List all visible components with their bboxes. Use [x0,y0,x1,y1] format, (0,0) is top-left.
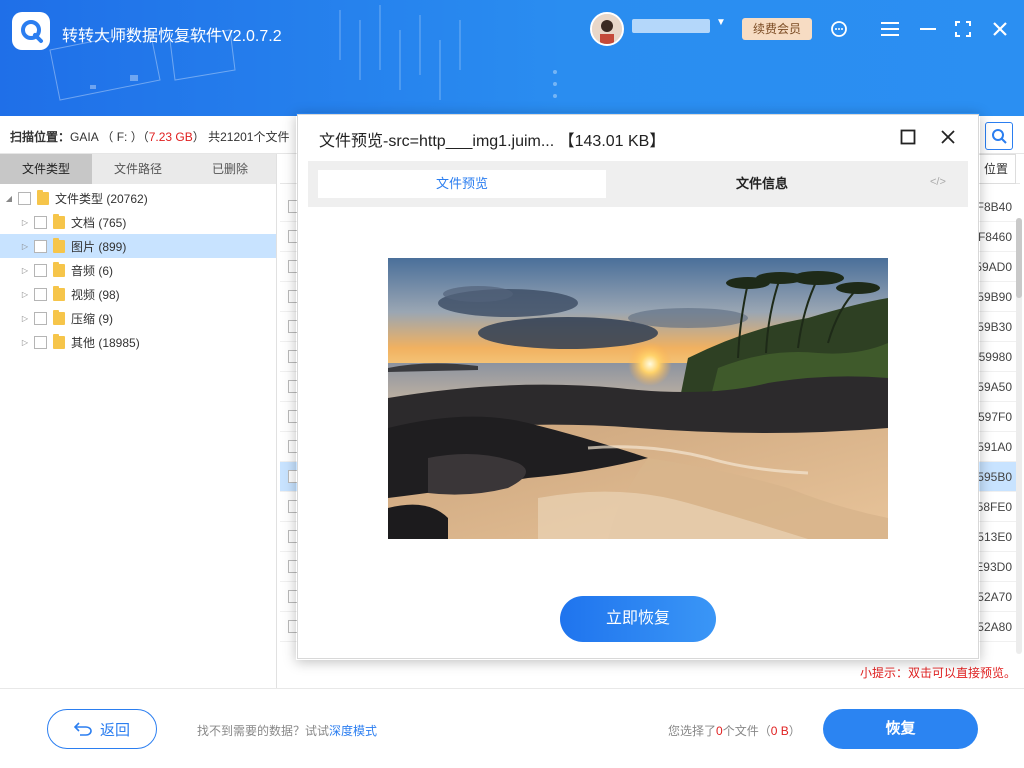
tab-deleted[interactable]: 已删除 [184,154,276,184]
dialog-title: 文件预览-src=http___img1.juim... 【143.01 KB】 [319,133,666,150]
code-icon[interactable]: </> [930,176,946,188]
selected-info: 您选择了0个文件（0 B） [668,722,801,739]
minimize-icon[interactable] [916,17,940,41]
expand-icon[interactable]: ▷ [20,266,30,275]
expand-icon[interactable]: ▷ [20,290,30,299]
expand-icon[interactable]: ◢ [4,194,14,203]
selected-mid: 个文件（ [722,724,771,738]
scan-size: 7.23 GB [148,130,193,144]
left-tabs: 文件类型 文件路径 已删除 [0,154,276,184]
file-type-tree: ◢ 文件类型 (20762) ▷ 文档 (765) ▷ 图片 (899) ▷ 音… [0,184,276,354]
close-icon[interactable] [988,17,1012,41]
tree-item-label: 文档 (765) [71,215,127,230]
tab-file-path[interactable]: 文件路径 [92,154,184,184]
back-button[interactable]: 返回 [47,709,157,749]
scan-total: 共21201个文件 [208,130,290,144]
header-decoration [49,5,557,101]
selected-size: 0 B [770,724,789,738]
folder-icon [53,285,65,301]
checkbox[interactable] [34,215,47,229]
checkbox[interactable] [34,263,47,277]
image-preview [388,258,888,539]
tree-item-audio[interactable]: ▷ 音频 (6) [0,258,276,282]
expand-icon[interactable]: ▷ [20,314,30,323]
logo-icon [21,20,43,43]
checkbox[interactable] [34,239,47,253]
folder-icon [53,261,65,277]
footer: 返回 找不到需要的数据？试试深度模式 您选择了0个文件（0 B） 恢复 [0,688,1024,768]
row-position: F8460 [977,230,1012,244]
beach-sunset-image [388,258,888,539]
selected-prefix: 您选择了 [668,724,717,738]
list-scrollbar[interactable] [1016,218,1022,654]
user-dropdown-icon[interactable]: ▼ [716,17,726,28]
row-position: F8B40 [976,200,1012,214]
scan-drive: GAIA （ F: ） [70,130,143,144]
folder-icon [37,189,49,205]
tab-file-preview[interactable]: 文件预览 [318,170,606,198]
scan-location: 扫描位置：GAIA （ F: ）（7.23 GB） 共21201个文件 [10,130,290,144]
app-logo [12,12,50,50]
scan-label: 扫描位置： [10,130,71,144]
tree-item-video[interactable]: ▷ 视频 (98) [0,282,276,306]
tree-item-other[interactable]: ▷ 其他 (18985) [0,330,276,354]
search-icon [992,129,1007,144]
expand-icon[interactable]: ▷ [20,242,30,251]
recover-now-button[interactable]: 立即恢复 [560,596,716,642]
fullscreen-icon[interactable] [951,17,975,41]
checkbox[interactable] [34,287,47,301]
expand-icon[interactable]: ▷ [20,338,30,347]
renew-vip-button[interactable]: 续费会员 [742,18,812,40]
checkbox[interactable] [34,311,47,325]
deep-mode-link[interactable]: 深度模式 [329,724,377,738]
checkbox[interactable] [34,335,47,349]
left-panel: 文件类型 文件路径 已删除 ◢ 文件类型 (20762) ▷ 文档 (765) … [0,154,277,688]
cant-find-label: 找不到需要的数据？试试 [197,724,330,738]
folder-icon [53,309,65,325]
tree-item-label: 音频 (6) [71,263,114,278]
avatar-icon [592,14,622,44]
checkbox[interactable] [18,191,31,205]
dialog-close-icon[interactable] [936,125,960,149]
tree-item-label: 压缩 (9) [71,311,114,326]
folder-icon [53,333,65,349]
back-arrow-icon [73,722,92,736]
maximize-icon[interactable] [896,125,920,149]
column-position[interactable]: 位置 [976,154,1016,184]
user-name[interactable] [632,19,710,33]
app-title: 转转大师数据恢复软件V2.0.7.2 [62,28,282,45]
tree-item-label: 视频 (98) [71,287,120,302]
tree-root[interactable]: ◢ 文件类型 (20762) [0,186,276,210]
tree-item-images[interactable]: ▷ 图片 (899) [0,234,276,258]
tab-file-type[interactable]: 文件类型 [0,154,92,184]
expand-icon[interactable]: ▷ [20,218,30,227]
hint-text: 小提示：双击可以直接预览。 [860,666,1017,680]
selected-count: 0 [716,724,723,738]
selected-suffix: ） [788,724,801,738]
scrollbar-thumb[interactable] [1016,218,1022,298]
tree-item-archive[interactable]: ▷ 压缩 (9) [0,306,276,330]
folder-icon [53,213,65,229]
user-avatar[interactable] [590,12,624,46]
cant-find-text: 找不到需要的数据？试试深度模式 [197,722,377,739]
support-icon[interactable] [827,17,851,41]
folder-icon [53,237,65,253]
dialog-tabs: 文件预览 文件信息 </> [308,161,968,207]
file-preview-dialog: 文件预览-src=http___img1.juim... 【143.01 KB】… [297,114,979,659]
tree-item-documents[interactable]: ▷ 文档 (765) [0,210,276,234]
back-label: 返回 [99,721,130,739]
menu-icon[interactable] [878,17,902,41]
title-bar: 转转大师数据恢复软件V2.0.7.2 ▼ 续费会员 [0,0,1024,116]
tab-file-info[interactable]: 文件信息 [618,170,906,198]
search-button[interactable] [985,122,1013,150]
tree-item-label: 其他 (18985) [71,335,140,350]
tree-root-label: 文件类型 (20762) [55,191,148,206]
recover-button[interactable]: 恢复 [823,709,978,749]
tree-item-label: 图片 (899) [71,239,127,254]
